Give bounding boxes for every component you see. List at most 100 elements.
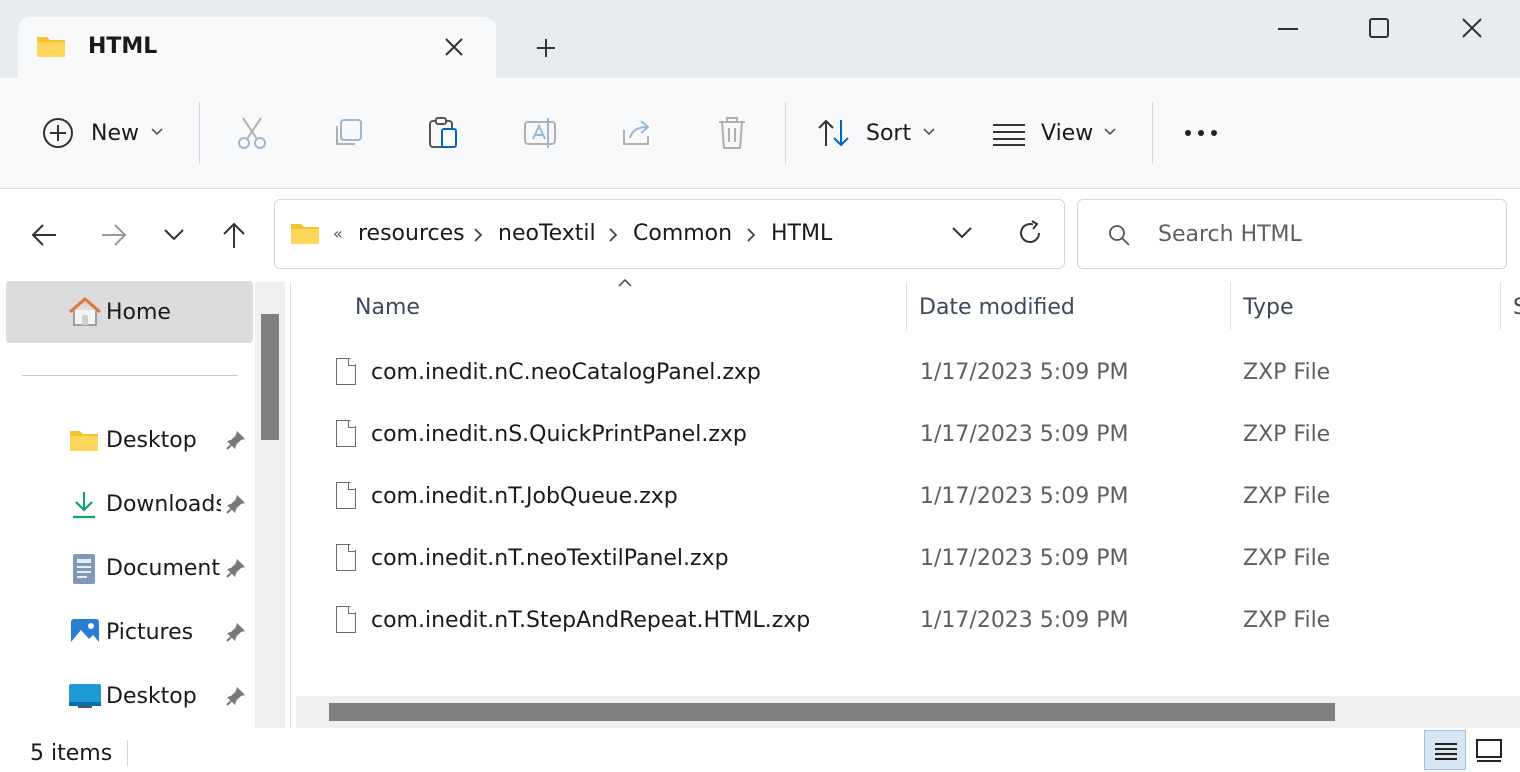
copy-icon[interactable] (332, 118, 364, 150)
file-icon (336, 420, 356, 447)
column-header-type[interactable]: Type (1243, 295, 1294, 320)
column-header-size[interactable]: S (1513, 295, 1520, 320)
table-row[interactable]: com.inedit.nT.StepAndRepeat.HTML.zxp 1/1… (296, 594, 1520, 650)
breadcrumb-neotextil[interactable]: neoTextil (498, 221, 596, 246)
cut-icon[interactable] (236, 116, 268, 150)
toolbar-separator (1152, 102, 1153, 164)
sidebar-item-home-label: Home (106, 300, 171, 325)
file-type: ZXP File (1243, 360, 1331, 385)
forward-arrow-icon[interactable] (100, 222, 128, 248)
sort-ascending-caret-icon (617, 278, 633, 288)
pin-icon[interactable] (225, 685, 247, 707)
pane-divider (290, 282, 291, 728)
address-history-chevron-icon[interactable] (951, 226, 973, 240)
rename-icon[interactable] (524, 116, 558, 150)
file-type: ZXP File (1243, 422, 1331, 447)
toolbar-separator (785, 102, 786, 164)
close-window-icon[interactable] (1461, 17, 1483, 39)
file-icon (336, 544, 356, 571)
file-name: com.inedit.nT.StepAndRepeat.HTML.zxp (371, 608, 811, 633)
search-placeholder[interactable]: Search HTML (1158, 222, 1302, 247)
pin-icon[interactable] (225, 621, 247, 643)
view-label: View (1041, 121, 1094, 146)
share-icon[interactable] (621, 118, 653, 148)
breadcrumb-html[interactable]: HTML (771, 221, 832, 246)
delete-icon[interactable] (717, 116, 747, 150)
sort-label: Sort (866, 121, 912, 146)
pin-icon[interactable] (225, 557, 247, 579)
pin-icon[interactable] (225, 493, 247, 515)
table-row[interactable]: com.inedit.nC.neoCatalogPanel.zxp 1/17/2… (296, 346, 1520, 402)
file-icon (336, 606, 356, 633)
back-arrow-icon[interactable] (30, 222, 58, 248)
sidebar-divider (22, 375, 238, 376)
file-date: 1/17/2023 5:09 PM (920, 546, 1129, 571)
download-icon (71, 490, 97, 520)
pin-icon[interactable] (225, 429, 247, 451)
sidebar-item-label: Desktop (106, 428, 197, 453)
item-count: 5 items (30, 741, 113, 766)
file-date: 1/17/2023 5:09 PM (920, 608, 1129, 633)
sidebar-scrollbar-thumb[interactable] (261, 314, 279, 440)
breadcrumb-overflow[interactable]: « (333, 224, 343, 243)
column-header-date-modified[interactable]: Date modified (919, 295, 1075, 320)
sidebar-item-downloads[interactable]: Downloads (6, 476, 253, 534)
sort-button[interactable]: Sort (808, 110, 948, 158)
horizontal-scrollbar-thumb[interactable] (329, 703, 1335, 721)
refresh-icon[interactable] (1017, 220, 1043, 246)
file-date: 1/17/2023 5:09 PM (920, 484, 1129, 509)
documents-icon (72, 553, 96, 585)
column-divider[interactable] (1230, 282, 1231, 330)
more-icon[interactable] (1183, 128, 1219, 138)
sidebar-item-label: Desktop (106, 684, 197, 709)
column-divider[interactable] (906, 282, 907, 330)
plus-circle-icon (42, 117, 74, 149)
file-type: ZXP File (1243, 608, 1331, 633)
chevron-right-icon[interactable] (746, 227, 756, 243)
breadcrumb-resources[interactable]: resources (358, 221, 465, 246)
sidebar-item-label: Downloads (106, 492, 221, 517)
column-divider[interactable] (1500, 282, 1501, 330)
recent-locations-chevron-icon[interactable] (163, 228, 185, 242)
sidebar-item-documents[interactable]: Documents (6, 540, 253, 598)
file-date: 1/17/2023 5:09 PM (920, 422, 1129, 447)
column-header-name[interactable]: Name (355, 295, 420, 320)
chevron-right-icon[interactable] (473, 227, 483, 243)
details-view-button[interactable] (1424, 730, 1466, 770)
chevron-down-icon (1103, 127, 1117, 137)
file-name: com.inedit.nT.neoTextilPanel.zxp (371, 546, 729, 571)
sidebar-item-label: Pictures (106, 620, 194, 645)
desktop-icon (68, 683, 102, 709)
command-bar (0, 78, 1520, 189)
table-row[interactable]: com.inedit.nS.QuickPrintPanel.zxp 1/17/2… (296, 408, 1520, 464)
new-tab-icon[interactable] (535, 37, 557, 59)
sidebar-item-desktop[interactable]: Desktop (6, 412, 253, 470)
folder-icon (290, 221, 320, 245)
search-icon (1107, 223, 1131, 247)
chevron-right-icon[interactable] (608, 227, 618, 243)
minimize-icon[interactable] (1277, 27, 1299, 31)
sidebar-item-desktop-2[interactable]: Desktop (6, 668, 253, 726)
toolbar-separator (199, 102, 200, 164)
status-divider (127, 740, 128, 766)
view-button[interactable]: View (984, 110, 1134, 158)
sidebar-item-label: Documents (106, 556, 221, 581)
tab-title: HTML (88, 34, 158, 59)
file-type: ZXP File (1243, 484, 1331, 509)
home-icon (68, 297, 102, 327)
table-row[interactable]: com.inedit.nT.JobQueue.zxp 1/17/2023 5:0… (296, 470, 1520, 526)
breadcrumb-common[interactable]: Common (633, 221, 732, 246)
new-button[interactable]: New (32, 110, 182, 158)
file-icon (336, 358, 356, 385)
table-row[interactable]: com.inedit.nT.neoTextilPanel.zxp 1/17/20… (296, 532, 1520, 588)
sort-icon (816, 118, 852, 148)
paste-icon[interactable] (428, 116, 460, 150)
sidebar-item-pictures[interactable]: Pictures (6, 604, 253, 662)
new-label: New (91, 121, 139, 146)
folder-icon (36, 34, 66, 58)
close-tab-icon[interactable] (443, 36, 465, 58)
large-icons-view-icon[interactable] (1476, 739, 1502, 763)
pictures-icon (70, 618, 100, 646)
up-arrow-icon[interactable] (220, 221, 248, 249)
maximize-icon[interactable] (1368, 17, 1390, 39)
